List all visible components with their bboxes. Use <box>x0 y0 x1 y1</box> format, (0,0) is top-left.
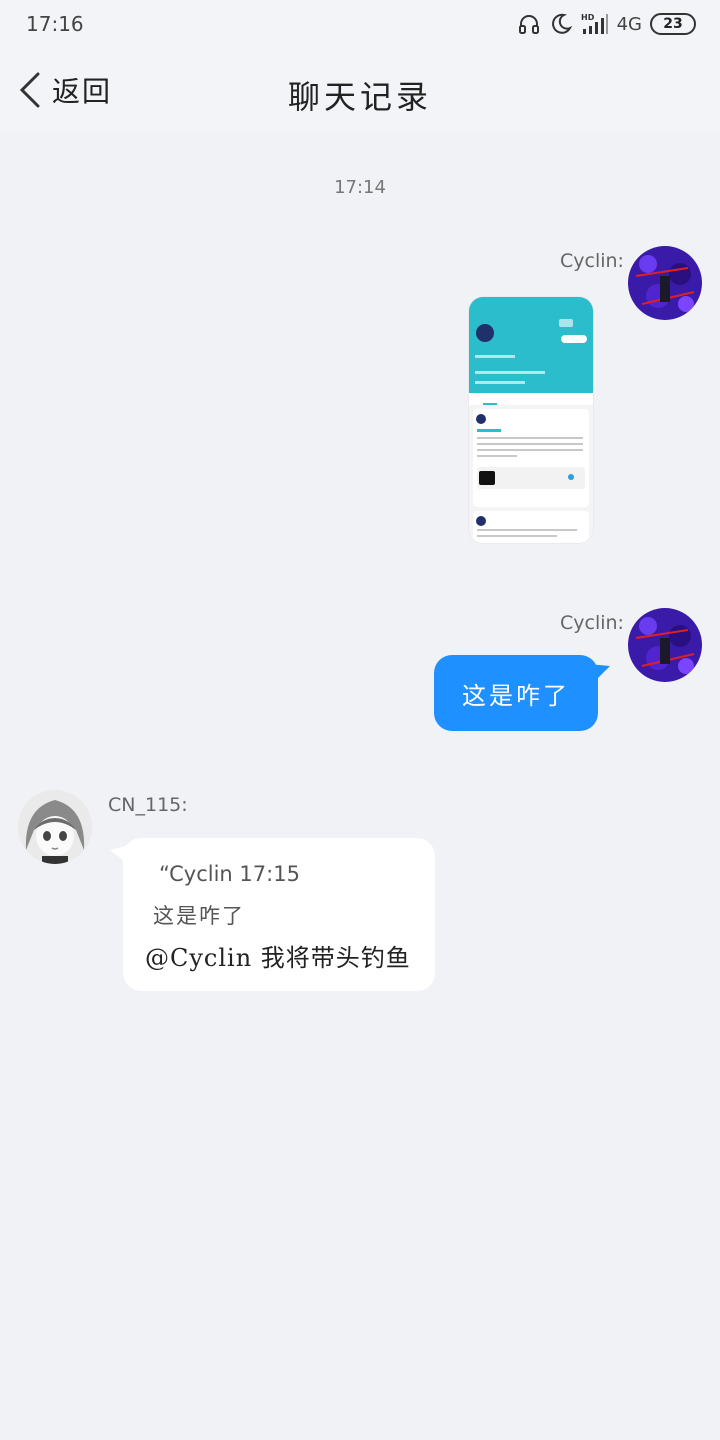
avatar[interactable] <box>628 246 702 320</box>
avatar-image <box>628 246 702 320</box>
hd-signal-icon: HD <box>581 13 608 34</box>
nav-bar: 返回 聊天记录 <box>0 50 720 132</box>
quote-text: 这是咋了 <box>153 904 245 928</box>
status-icons: HD 4G 23 <box>517 12 696 36</box>
svg-text:HD: HD <box>581 13 595 22</box>
avatar-image <box>628 608 702 682</box>
page-title: 聊天记录 <box>287 78 432 116</box>
quote-meta: “Cyclin 17:15 <box>159 862 300 886</box>
status-bar: 17:16 HD 4G 23 <box>0 0 720 50</box>
avatar[interactable] <box>628 608 702 682</box>
image-message[interactable] <box>469 297 593 543</box>
avatar[interactable] <box>18 790 92 864</box>
sender-name: Cyclin: <box>560 612 624 634</box>
battery-indicator: 23 <box>650 13 696 35</box>
moon-icon <box>551 13 572 34</box>
status-time: 17:16 <box>26 12 84 36</box>
message-bubble-incoming[interactable]: “Cyclin 17:15 这是咋了 @Cyclin 我将带头钓鱼 <box>123 838 435 991</box>
headphones-icon <box>518 15 539 34</box>
avatar-image <box>18 790 92 864</box>
chat-timestamp: 17:14 <box>334 177 386 198</box>
reply-text: @Cyclin 我将带头钓鱼 <box>145 944 411 972</box>
sender-name: CN_115: <box>108 794 188 816</box>
network-type: 4G <box>616 13 642 35</box>
screenshot-thumbnail <box>469 297 593 543</box>
sender-name: Cyclin: <box>560 250 624 272</box>
message-bubble-outgoing[interactable]: 这是咋了 <box>434 655 598 731</box>
